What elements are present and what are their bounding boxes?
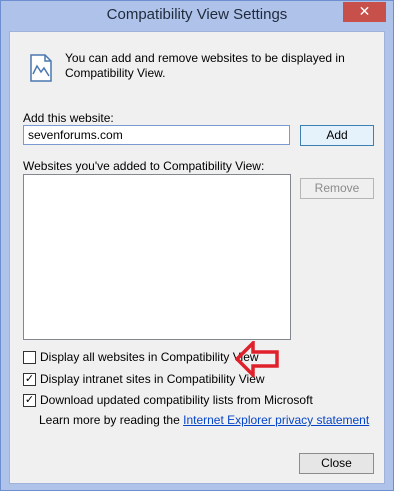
websites-list-label: Websites you've added to Compatibility V… xyxy=(23,159,265,173)
title-bar: Compatibility View Settings ✕ xyxy=(1,1,393,31)
display-intranet-label[interactable]: Display intranet sites in Compatibility … xyxy=(40,372,265,386)
compat-view-icon xyxy=(30,54,52,82)
window-title: Compatibility View Settings xyxy=(106,6,288,23)
remove-button[interactable]: Remove xyxy=(300,178,374,199)
display-intranet-checkbox[interactable]: ✓ xyxy=(23,373,36,386)
dialog-body: You can add and remove websites to be di… xyxy=(9,31,385,484)
info-text: You can add and remove websites to be di… xyxy=(65,51,345,80)
display-all-checkbox[interactable] xyxy=(23,351,36,364)
learn-more-text: Learn more by reading the Internet Explo… xyxy=(39,413,369,427)
add-website-label: Add this website: xyxy=(23,111,114,125)
websites-list[interactable] xyxy=(23,174,291,340)
add-button[interactable]: Add xyxy=(300,125,374,146)
red-arrow-icon xyxy=(235,341,279,377)
compat-view-dialog: Compatibility View Settings ✕ You can ad… xyxy=(0,0,394,491)
download-lists-checkbox[interactable]: ✓ xyxy=(23,394,36,407)
download-lists-label[interactable]: Download updated compatibility lists fro… xyxy=(40,393,313,407)
close-button[interactable]: Close xyxy=(299,453,374,474)
learn-more-prefix: Learn more by reading the xyxy=(39,413,180,427)
add-website-input[interactable] xyxy=(23,125,290,145)
display-all-label[interactable]: Display all websites in Compatibility Vi… xyxy=(40,350,259,364)
window-close-button[interactable]: ✕ xyxy=(343,2,386,22)
privacy-statement-link[interactable]: Internet Explorer privacy statement xyxy=(183,413,369,427)
